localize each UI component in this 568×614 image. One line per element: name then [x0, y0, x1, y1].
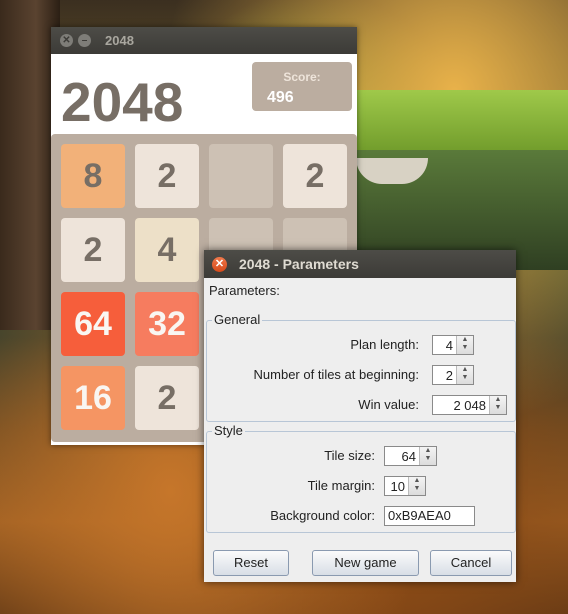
board-tile: 8 — [61, 144, 125, 208]
parameters-dialog: ✕ 2048 - Parameters Parameters: General … — [204, 250, 516, 582]
style-group-title: Style — [212, 423, 245, 438]
window-title: 2048 — [105, 33, 134, 48]
style-group: Style Tile size: 64 ▲ ▼ Tile margin: 10 ▲… — [206, 423, 516, 533]
score-value: 496 — [267, 89, 294, 106]
tile-margin-spinner[interactable]: 10 ▲ ▼ — [384, 476, 426, 496]
dialog-titlebar[interactable]: ✕ 2048 - Parameters — [204, 250, 516, 278]
win-value-label: Win value: — [358, 397, 419, 412]
tiles-at-beginning-spinner[interactable]: 2 ▲ ▼ — [432, 365, 474, 385]
tile-size-value: 64 — [401, 449, 416, 464]
plan-length-label: Plan length: — [350, 337, 419, 352]
plan-length-value: 4 — [445, 338, 453, 353]
board-tile: 16 — [61, 366, 125, 430]
cancel-button[interactable]: Cancel — [430, 550, 512, 576]
board-tile: 2 — [283, 144, 347, 208]
game-header: 2048 Score: 496 — [51, 54, 357, 134]
spinner-arrows-icon[interactable]: ▲ ▼ — [456, 366, 473, 384]
score-box: Score: 496 — [252, 62, 352, 111]
close-icon[interactable]: ✕ — [60, 34, 73, 47]
background-color-label: Background color: — [270, 508, 375, 523]
board-tile: 2 — [61, 218, 125, 282]
board-tile: 2 — [135, 144, 199, 208]
win-value-value: 2 048 — [453, 398, 486, 413]
minimize-icon[interactable]: – — [78, 34, 91, 47]
spinner-arrows-icon[interactable]: ▲ ▼ — [456, 336, 473, 354]
tile-size-spinner[interactable]: 64 ▲ ▼ — [384, 446, 437, 466]
general-group-title: General — [212, 312, 263, 327]
plan-length-spinner[interactable]: 4 ▲ ▼ — [432, 335, 474, 355]
tiles-at-beginning-value: 2 — [445, 368, 453, 383]
reset-button[interactable]: Reset — [213, 550, 289, 576]
background-grass — [340, 90, 568, 155]
close-icon[interactable]: ✕ — [212, 257, 227, 272]
tile-margin-label: Tile margin: — [307, 478, 375, 493]
tiles-at-beginning-label: Number of tiles at beginning: — [253, 367, 419, 382]
board-empty-cell — [209, 144, 273, 208]
spinner-arrows-icon[interactable]: ▲ ▼ — [408, 477, 425, 495]
board-tile: 4 — [135, 218, 199, 282]
parameters-label: Parameters: — [209, 283, 280, 298]
tile-size-label: Tile size: — [324, 448, 375, 463]
game-titlebar[interactable]: ✕ – 2048 — [51, 27, 357, 54]
spinner-arrows-icon[interactable]: ▲ ▼ — [489, 396, 506, 414]
dialog-title: 2048 - Parameters — [239, 256, 359, 272]
board-tile: 2 — [135, 366, 199, 430]
win-value-spinner[interactable]: 2 048 ▲ ▼ — [432, 395, 507, 415]
tile-margin-value: 10 — [390, 479, 405, 494]
spinner-arrows-icon[interactable]: ▲ ▼ — [419, 447, 436, 465]
score-label: Score: — [283, 70, 321, 84]
game-heading: 2048 — [61, 71, 184, 133]
background-color-field[interactable]: 0xB9AEA0 — [384, 506, 475, 526]
general-group: General Plan length: 4 ▲ ▼ Number of tile… — [206, 312, 516, 422]
board-tile: 32 — [135, 292, 199, 356]
board-tile: 64 — [61, 292, 125, 356]
new-game-button[interactable]: New game — [312, 550, 419, 576]
